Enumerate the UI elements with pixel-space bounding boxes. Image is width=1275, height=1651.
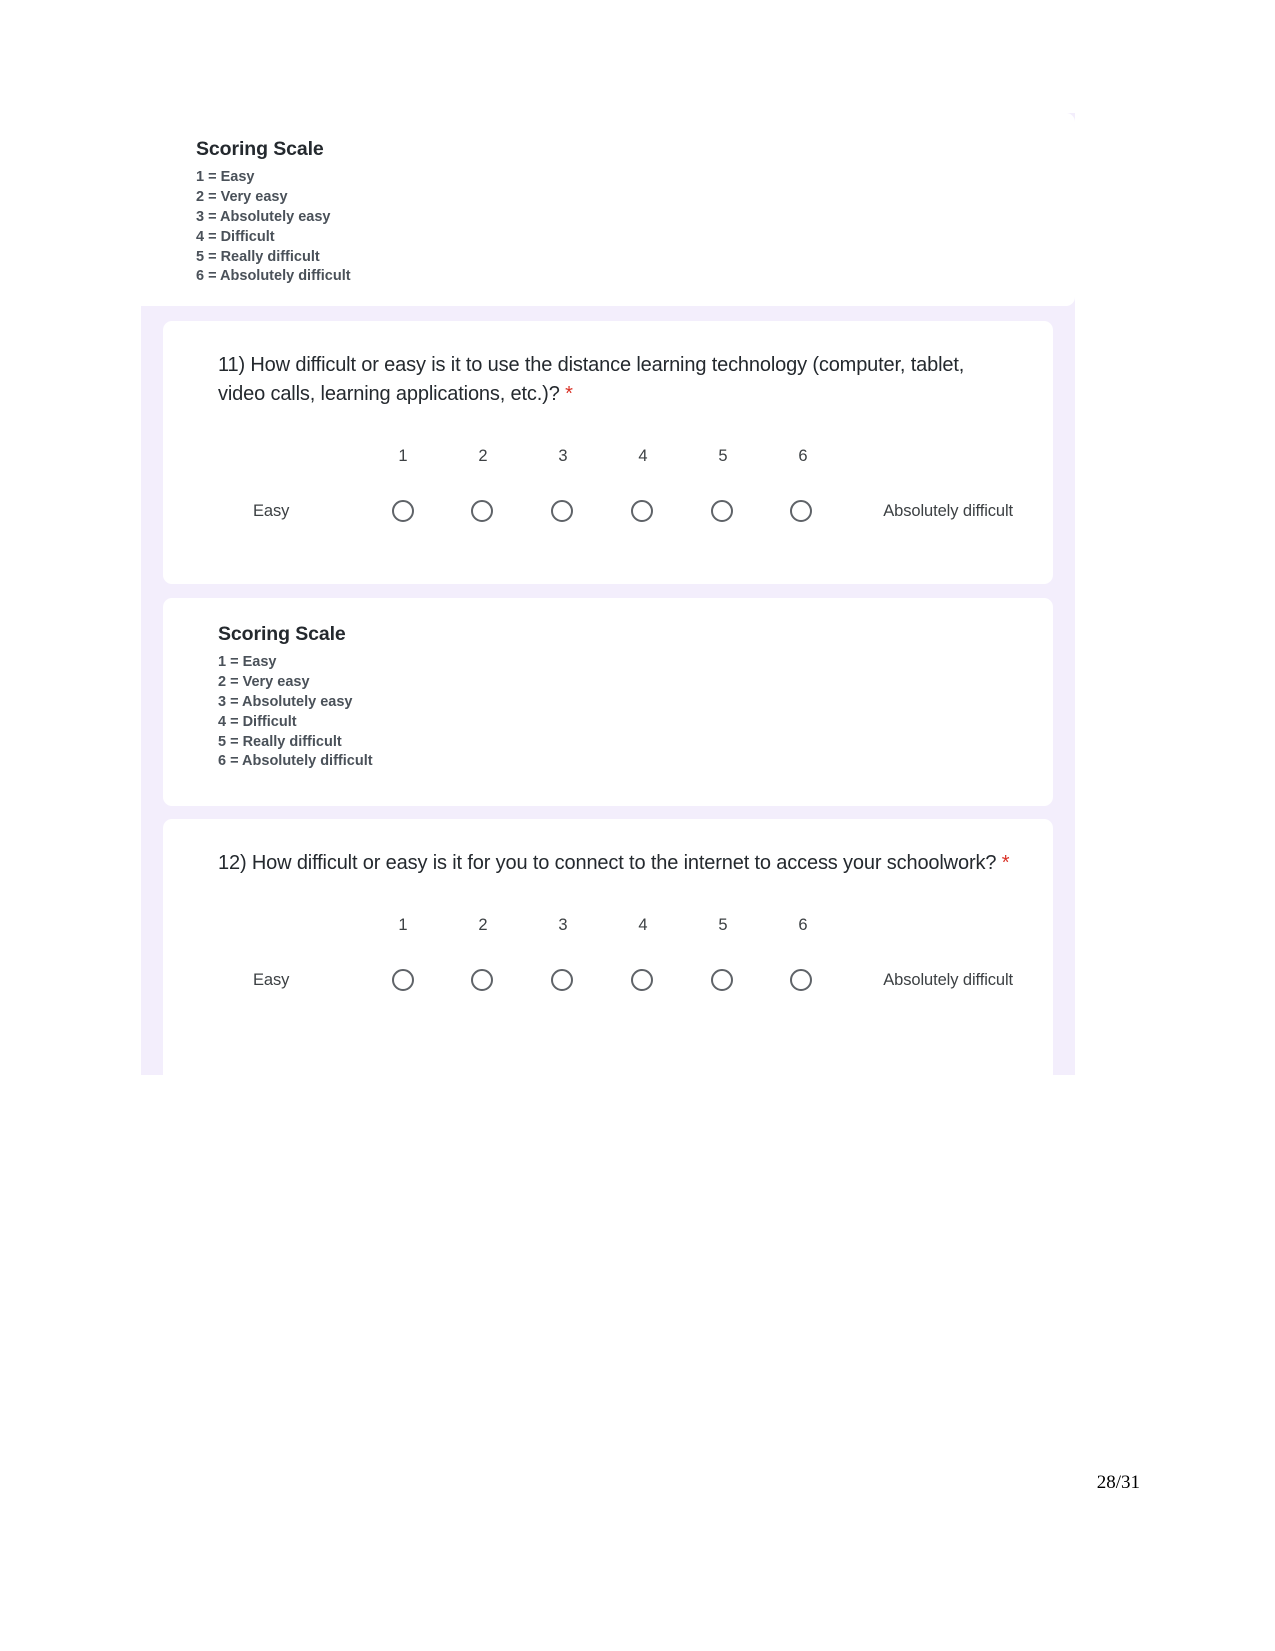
scale-number: 6 [798,447,808,465]
question-card-11: 11) How difficult or easy is it to use t… [163,321,1053,584]
scoring-scale-item: 4 = Difficult [196,228,275,245]
page-number: 28/31 [1096,1472,1140,1493]
radio-cell[interactable] [762,500,842,522]
radio-button-4[interactable] [630,500,653,522]
scoring-scale-title: Scoring Scale [196,138,324,160]
scoring-scale-item: 5 = Really difficult [196,248,320,265]
scoring-scale-item: 4 = Difficult [218,713,297,730]
scale-number: 6 [798,916,808,934]
scale-number-cell: 1 [363,447,443,466]
scale-anchor-left: Easy [253,501,290,520]
scale-number-cell: 1 [363,916,443,935]
question-text-11: 11) How difficult or easy is it to use t… [218,351,1013,409]
scoring-scale-item: 2 = Very easy [196,189,288,206]
radio-cell[interactable] [682,969,762,991]
radio-button-5[interactable] [710,500,733,522]
form-viewport: Scoring Scale 1 = Easy 2 = Very easy 3 =… [141,113,1075,1075]
radio-cell[interactable] [682,500,762,522]
radio-button-3[interactable] [551,500,574,522]
scale-anchor-left: Easy [253,970,290,989]
question-text-12: 12) How difficult or easy is it for you … [218,849,1013,878]
scoring-scale-card: Scoring Scale 1 = Easy 2 = Very easy 3 =… [163,598,1053,806]
radio-cell[interactable] [363,500,443,522]
scale-number: 5 [718,447,728,465]
radio-cell[interactable] [522,500,602,522]
scoring-scale-item: 3 = Absolutely easy [196,208,331,225]
radio-button-2[interactable] [471,500,494,522]
radio-button-4[interactable] [630,969,653,991]
scoring-scale-list: 1 = Easy 2 = Very easy 3 = Absolutely ea… [196,168,1075,287]
scoring-scale-title: Scoring Scale [218,623,346,645]
scale-number: 1 [398,447,408,465]
scale-number: 2 [478,916,488,934]
scale-anchor-right: Absolutely difficult [883,501,1014,520]
rating-scale-numbers-11: 1 2 3 4 5 6 [253,447,1013,466]
scale-number: 4 [638,447,648,465]
required-asterisk: * [565,383,573,405]
scale-number: 2 [478,447,488,465]
scale-number-cell: 6 [763,447,843,466]
scale-number-cell: 4 [603,447,683,466]
rating-scale-options-11: Easy Absolutely difficult [253,500,1013,522]
scoring-scale-item: 1 = Easy [218,654,277,671]
radio-button-2[interactable] [471,969,494,991]
scale-number-cell: 3 [523,916,603,935]
radio-cell[interactable] [442,969,522,991]
radio-button-5[interactable] [710,969,733,991]
scale-anchor-right: Absolutely difficult [883,970,1014,989]
scoring-scale-item: 1 = Easy [196,169,255,186]
rating-scale-12: 1 2 3 4 5 6 Easy Absolutely difficult [218,916,1013,991]
scale-number: 3 [558,916,568,934]
question-label-12: 12) How difficult or easy is it for you … [218,852,997,874]
scale-number-cell: 2 [443,916,523,935]
radio-cell[interactable] [602,500,682,522]
scoring-scale-item: 3 = Absolutely easy [218,693,353,710]
radio-button-6[interactable] [790,500,813,522]
scoring-scale-list: 1 = Easy 2 = Very easy 3 = Absolutely ea… [218,653,1053,772]
radio-cell[interactable] [442,500,522,522]
rating-scale-options-12: Easy Absolutely difficult [253,969,1013,991]
scoring-scale-item: 5 = Really difficult [218,733,342,750]
radio-cell[interactable] [522,969,602,991]
radio-button-3[interactable] [551,969,574,991]
scale-number-cell: 2 [443,447,523,466]
scale-number-cell: 5 [683,916,763,935]
scoring-scale-item: 6 = Absolutely difficult [218,753,373,770]
rating-scale-numbers-12: 1 2 3 4 5 6 [253,916,1013,935]
scale-number: 3 [558,447,568,465]
scale-number-cell: 3 [523,447,603,466]
radio-cell[interactable] [762,969,842,991]
radio-button-1[interactable] [391,969,414,991]
radio-button-6[interactable] [790,969,813,991]
question-card-12: 12) How difficult or easy is it for you … [163,819,1053,1075]
radio-button-1[interactable] [391,500,414,522]
scale-number: 4 [638,916,648,934]
scale-number-cell: 5 [683,447,763,466]
question-label-11: 11) How difficult or easy is it to use t… [218,354,965,405]
scale-number-cell: 4 [603,916,683,935]
scale-number: 1 [398,916,408,934]
scale-number: 5 [718,916,728,934]
scoring-scale-item: 6 = Absolutely difficult [196,268,351,285]
required-asterisk: * [1001,852,1010,874]
radio-cell[interactable] [602,969,682,991]
scoring-scale-item: 2 = Very easy [218,674,310,691]
scoring-scale-card: Scoring Scale 1 = Easy 2 = Very easy 3 =… [141,113,1075,306]
radio-cell[interactable] [363,969,443,991]
rating-scale-11: 1 2 3 4 5 6 Easy Absolutely difficult [218,447,1013,522]
scale-number-cell: 6 [763,916,843,935]
